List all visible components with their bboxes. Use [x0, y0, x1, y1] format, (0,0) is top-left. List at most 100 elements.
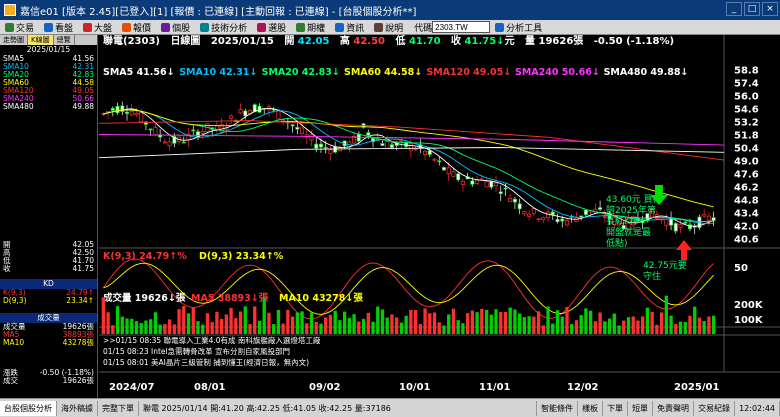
volume-bar [257, 320, 262, 334]
volume-bar [678, 321, 683, 334]
annotation-buy-text: 開盤就是最 [606, 226, 651, 238]
news-item[interactable]: 01/15 08:01 美AI晶片三級管制 捕到懂王(經濟日報，無內文) [99, 357, 724, 368]
chart-area[interactable]: 58.8 57.4 56.0 54.6 53.2 51.8 50.4 49.0 47.6 46.2… [99, 35, 780, 398]
chart-period: 日線圖 [170, 36, 201, 47]
price-tick-label: 47.6 [734, 170, 759, 181]
menu-item-8[interactable]: 資訊 [330, 21, 369, 34]
price-tick-label: 58.8 [734, 66, 759, 77]
kd-values: K(9,3) 24.79↑ D(9,3) 23.34↑ [0, 289, 97, 305]
value-row: SMA480 49.88 [0, 103, 97, 111]
price-tick-label: 50.4 [734, 144, 759, 155]
volume-bar [324, 317, 328, 334]
candle-body [399, 140, 404, 142]
maximize-button[interactable]: □ [744, 2, 760, 16]
menu-label: 大盤 [94, 23, 113, 34]
menu-item-3[interactable]: 報價 [117, 21, 156, 34]
status-right-5[interactable]: 交易紀錄 [694, 400, 736, 416]
volume-bar [328, 314, 333, 334]
left-tab-1[interactable]: K線圖 [28, 35, 54, 45]
candle-body [484, 181, 489, 188]
annotation-buy-text: 低點) [606, 237, 628, 249]
candle-body [380, 143, 385, 146]
volume-bar [541, 325, 545, 334]
volume-bar [276, 310, 281, 334]
volume-bar [636, 320, 640, 334]
row-name: MA10 [3, 338, 25, 347]
status-right-2[interactable]: 下單 [603, 400, 629, 416]
analysis-tools-button[interactable]: 分析工具 [490, 21, 547, 34]
candle-body [531, 208, 536, 214]
volume-bar [177, 309, 181, 334]
candle-body [498, 191, 503, 194]
left-panel: 走勢圖 K線圖 總覽 2025/01/15 SMA5 41.56 SMA10 42.31 S… [0, 35, 98, 398]
menu-item-5[interactable]: 技術分析 [195, 21, 252, 34]
menu-item-7[interactable]: 期權 [291, 21, 330, 34]
left-tab-2[interactable]: 總覽 [54, 35, 75, 45]
left-tab-0[interactable]: 走勢圖 [0, 35, 28, 45]
volume-bar [626, 317, 631, 334]
annotation-buy-text: 長紅K棒一 [606, 215, 648, 227]
candle-body [408, 143, 413, 151]
symbol-label: 代碼 [414, 23, 433, 34]
volume-legend-item: MA10 43278↓張 [279, 293, 363, 304]
volume-bar [570, 324, 574, 334]
ma-legend-item: SMA240 50.66↓ [515, 67, 600, 78]
candle-body [125, 111, 130, 114]
candle-body [385, 141, 390, 149]
news-item[interactable]: 01/15 08:23 Intel急需轉骨改革 宣布分割自家風投部門 [99, 346, 724, 357]
menu-icon [374, 22, 384, 32]
x-tick-label: 09/02 [309, 382, 341, 393]
volume-bar [442, 325, 446, 334]
menu-item-0[interactable]: 交易 [0, 21, 39, 34]
menu-item-9[interactable]: 說明 [369, 21, 408, 34]
quote-header: 聯電(2303) 日線圖 2025/01/15 開 42.05 高 42.50 … [103, 36, 675, 47]
volume-bar [659, 312, 664, 334]
volume-bar [229, 307, 233, 334]
status-right-0[interactable]: 智能條件 [537, 400, 579, 416]
close-value: 41.75 [464, 36, 497, 47]
menu-icon [335, 22, 345, 32]
ma-legend-item: SMA10 42.31↓ [179, 67, 257, 78]
volume-bar [111, 325, 115, 334]
volume-values: 成交量 19626張 MA5 38893張 MA10 43278張 [0, 323, 97, 347]
candle-body [423, 150, 428, 155]
row-value: 23.34↑ [66, 296, 94, 305]
candle-body [281, 119, 286, 122]
volume-bar [248, 324, 252, 334]
high-value: 42.50 [353, 36, 386, 47]
status-right-1[interactable]: 樣板 [578, 400, 604, 416]
toolbar: 交易 看盤 大盤 報價 個股 技術分析 選股 期權 資訊 說明代碼 分析工具 [0, 20, 780, 35]
app-window: 嘉信e01 [版本 2.45][已登入][1] [報價 : 已連線] [主動回報… [0, 0, 780, 417]
price-tick-label: 49.0 [734, 157, 759, 168]
menu-icon [83, 22, 93, 32]
status-right-3[interactable]: 短單 [628, 400, 654, 416]
candle-body [110, 108, 115, 111]
kd-legend-item: K(9,3) 24.79↑% [103, 251, 187, 262]
volume-bar [376, 306, 380, 334]
volume-bar [480, 308, 484, 334]
ma-legend-item: SMA60 44.58↓ [344, 67, 422, 78]
status-tab-0[interactable]: 台股個股分析 [0, 400, 57, 416]
row-value: 41.75 [72, 264, 94, 273]
candle-body [309, 134, 314, 141]
status-right-4[interactable]: 免責聲明 [653, 400, 695, 416]
menu-item-1[interactable]: 看盤 [39, 21, 78, 34]
status-tab-2[interactable]: 完整下單 [98, 400, 139, 416]
menu-item-6[interactable]: 選股 [252, 21, 291, 34]
candle-body [527, 213, 532, 217]
title-bar: 嘉信e01 [版本 2.45][已登入][1] [報價 : 已連線] [主動回報… [0, 0, 780, 20]
volume-bar [309, 312, 314, 334]
ma-values: SMA5 41.56 SMA10 42.31 SMA20 42.83 SMA60 44.58 S… [0, 55, 97, 111]
news-item[interactable]: >>01/15 08:35 聯電導入工業4.0有成 南科旗艦廠入選燈塔工廠 [99, 335, 724, 346]
close-button[interactable]: × [762, 2, 778, 16]
candle-body [673, 223, 678, 232]
menu-item-4[interactable]: 個股 [156, 21, 195, 34]
minimize-button[interactable]: _ [726, 2, 742, 16]
volume-bar [645, 307, 650, 334]
candle-body [489, 181, 494, 188]
menu-item-2[interactable]: 大盤 [78, 21, 117, 34]
volume-bar [371, 321, 375, 334]
price-tick-label: 53.2 [734, 118, 759, 129]
symbol-input[interactable] [432, 21, 491, 33]
status-tab-1[interactable]: 海外稿據 [57, 400, 98, 416]
